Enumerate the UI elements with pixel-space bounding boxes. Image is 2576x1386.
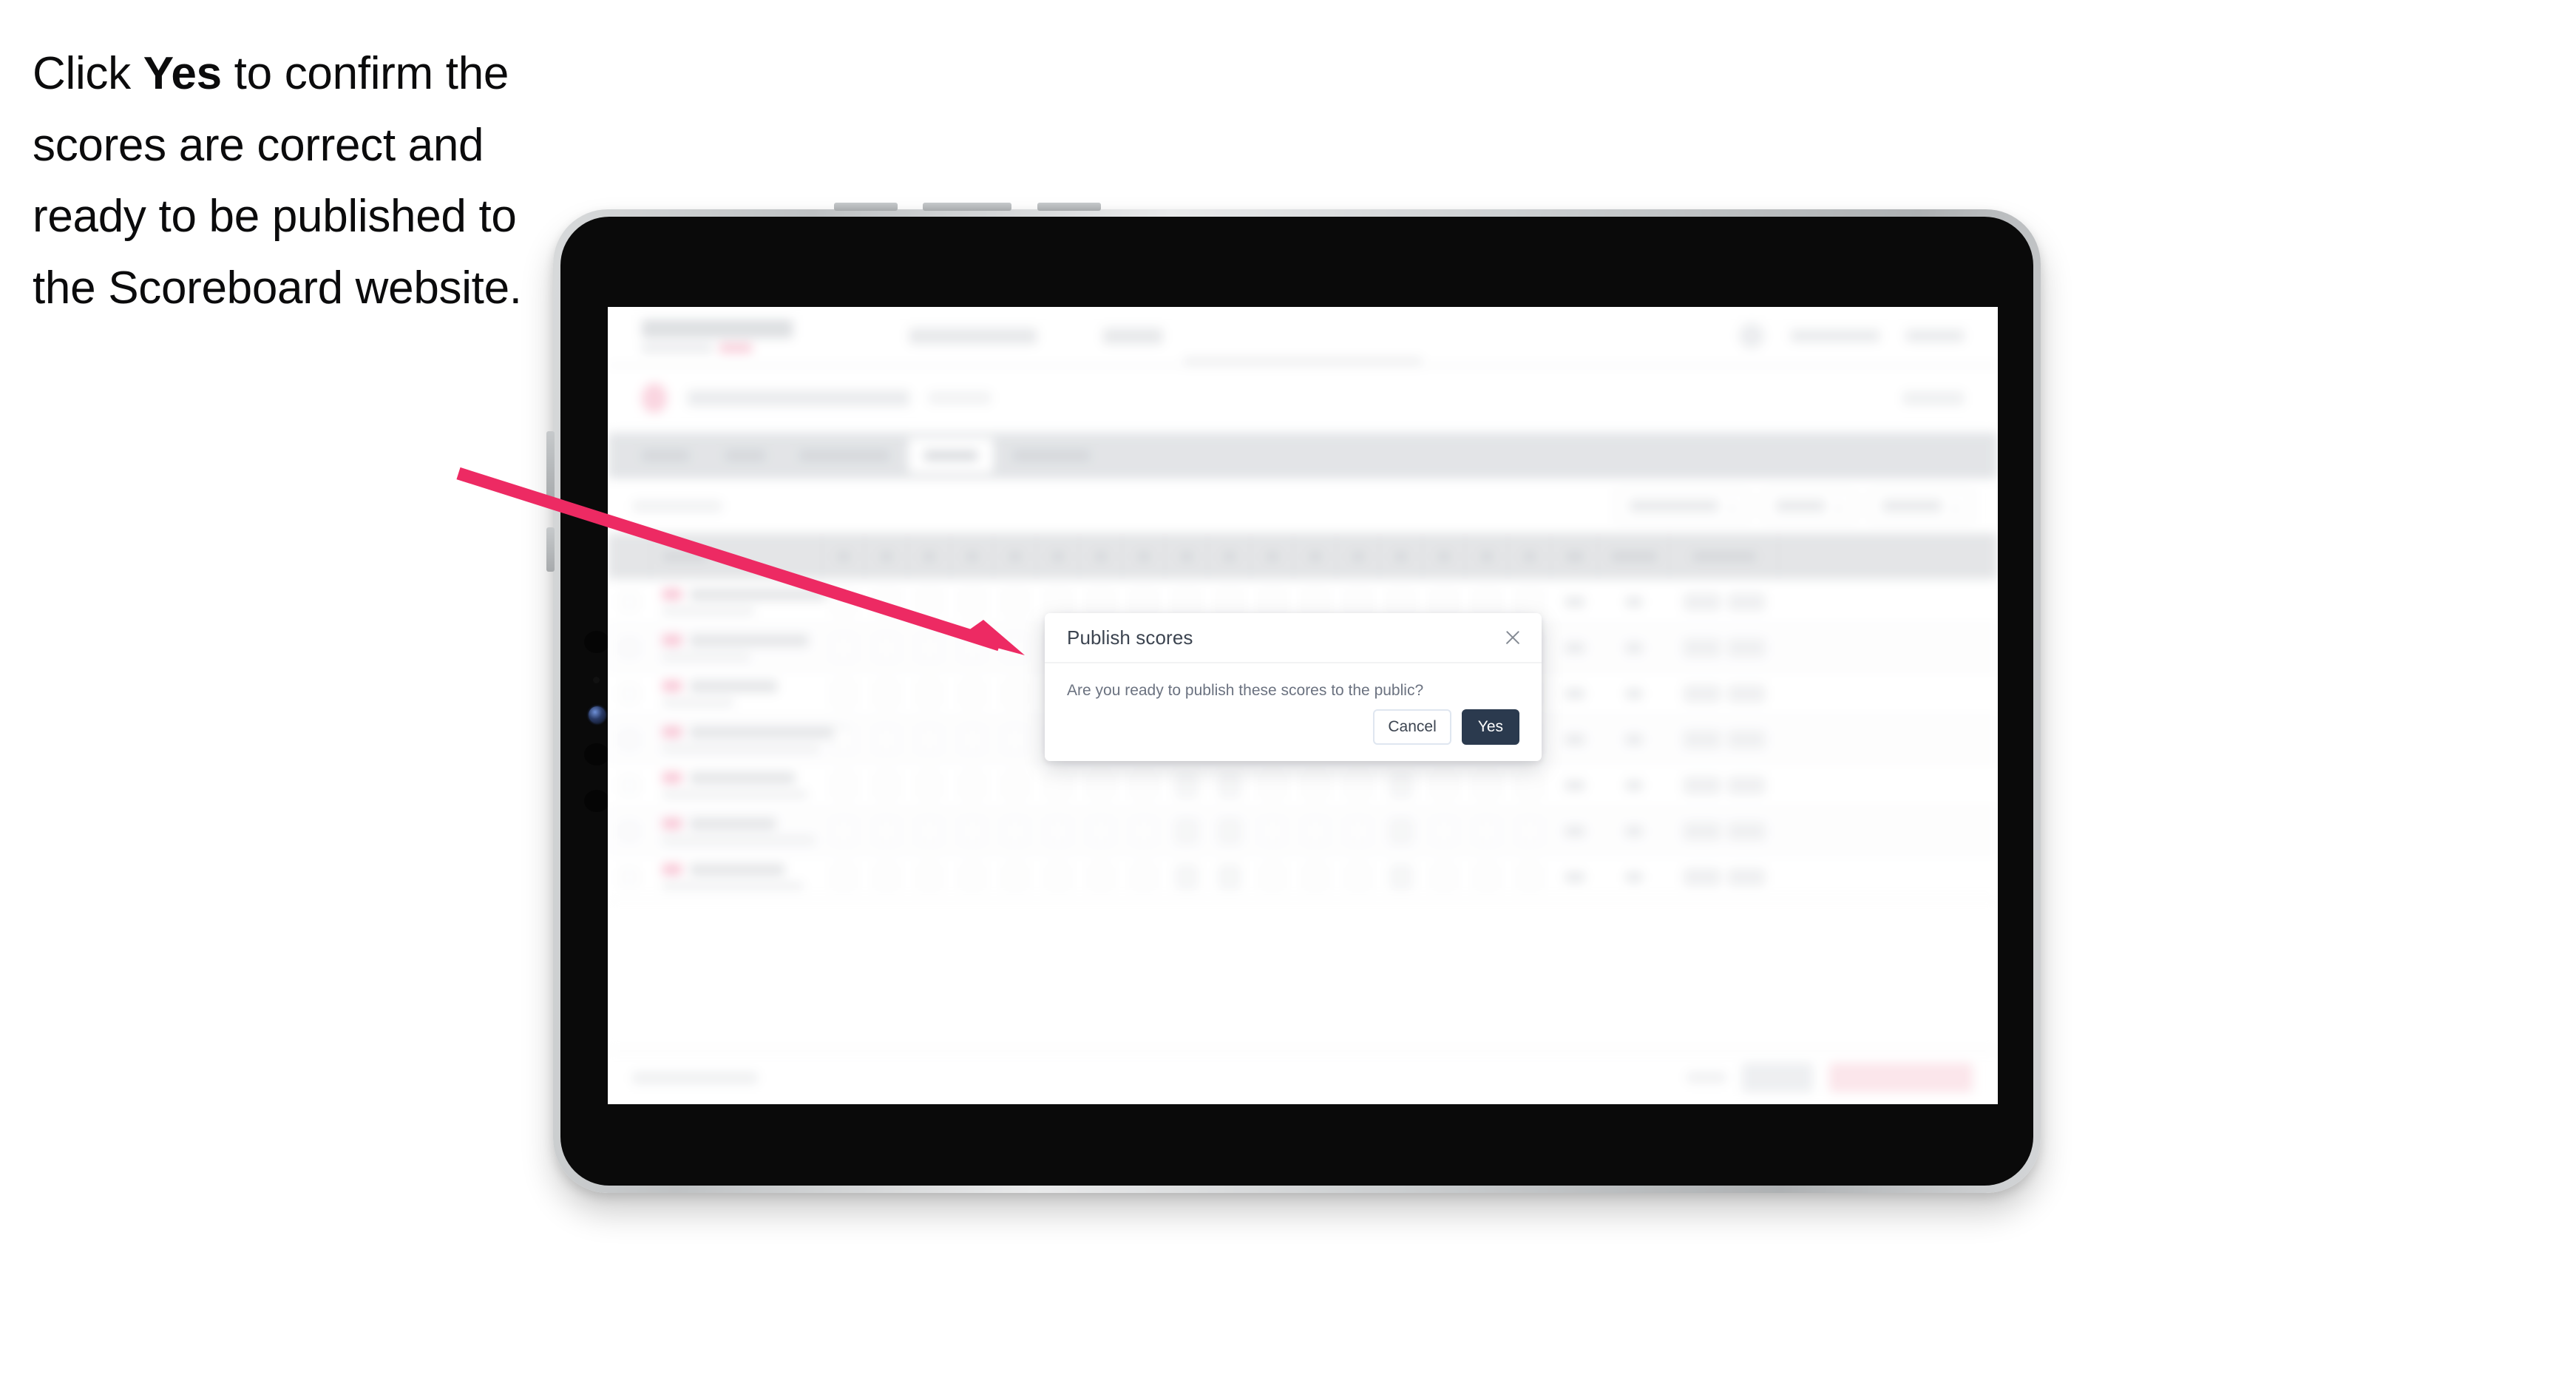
sensor-dot-icon bbox=[593, 677, 600, 683]
device-top-button-1[interactable] bbox=[834, 203, 898, 211]
cancel-button[interactable]: Cancel bbox=[1373, 709, 1451, 745]
dialog-actions: Cancel Yes bbox=[1373, 709, 1519, 745]
dialog-body: Are you ready to publish these scores to… bbox=[1045, 663, 1542, 701]
instruction-caption: Click Yes to confirm the scores are corr… bbox=[33, 38, 580, 325]
device-volume-button[interactable] bbox=[546, 431, 555, 502]
sensor-b-icon bbox=[584, 743, 609, 765]
camera-icon bbox=[584, 631, 609, 653]
dialog-message: Are you ready to publish these scores to… bbox=[1067, 682, 1424, 699]
close-icon[interactable] bbox=[1500, 625, 1525, 650]
dialog-title: Publish scores bbox=[1067, 626, 1193, 649]
sensor-c-icon bbox=[584, 790, 609, 812]
device-top-button-3[interactable] bbox=[1037, 203, 1101, 211]
caption-before: Click bbox=[33, 48, 143, 99]
publish-scores-dialog: Publish scores Are you ready to publish … bbox=[1045, 613, 1542, 761]
camera-lens-icon bbox=[589, 706, 606, 723]
device-top-button-2[interactable] bbox=[923, 203, 1011, 211]
dialog-header: Publish scores bbox=[1045, 613, 1542, 663]
device-power-button[interactable] bbox=[546, 527, 555, 572]
caption-emphasis: Yes bbox=[143, 48, 222, 99]
confirm-yes-button[interactable]: Yes bbox=[1461, 709, 1519, 745]
